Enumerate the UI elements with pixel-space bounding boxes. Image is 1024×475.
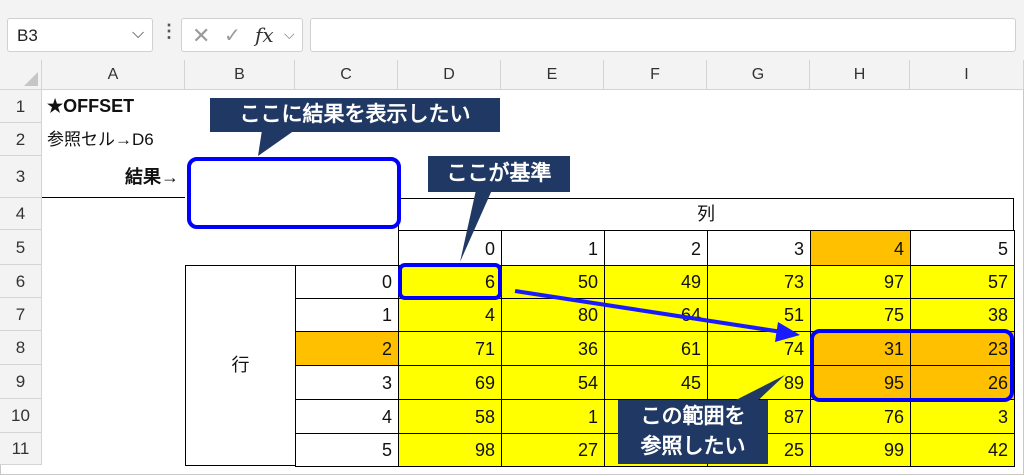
data-cell[interactable]: 97 [810, 265, 911, 299]
data-cell[interactable]: 71 [398, 331, 502, 366]
select-all-triangle-icon [24, 72, 38, 86]
row-label-cell[interactable]: 行 [185, 265, 296, 466]
data-cell[interactable]: 36 [501, 331, 605, 366]
row-header-6[interactable]: 6 [0, 265, 42, 298]
data-cell[interactable]: 38 [910, 298, 1015, 332]
row-index-cell[interactable]: 3 [295, 365, 399, 400]
data-cell[interactable]: 51 [707, 298, 811, 332]
data-cell[interactable]: 80 [501, 298, 605, 332]
row-index-cell[interactable]: 2 [295, 331, 399, 366]
data-cell[interactable]: 98 [398, 433, 502, 467]
column-index-cell[interactable]: 3 [707, 230, 811, 266]
formula-bar: B3 ⌵ ⋮ ✕ ✓ fx ⌵ [0, 0, 1024, 60]
insert-function-icon[interactable]: fx [255, 23, 274, 47]
data-cell[interactable]: 74 [707, 331, 811, 366]
formula-input[interactable] [310, 18, 1016, 52]
range-callout-line-1: この範囲を [640, 405, 746, 428]
data-cell[interactable]: 95 [810, 365, 911, 400]
column-header-b[interactable]: B [185, 60, 295, 90]
data-cell[interactable]: 4 [398, 298, 502, 332]
name-box[interactable]: B3 ⌵ [7, 18, 153, 52]
cell-b3[interactable] [185, 156, 398, 198]
formula-buttons: ✕ ✓ fx ⌵ [181, 18, 303, 52]
row-index-cell[interactable]: 5 [295, 433, 399, 467]
enter-icon[interactable]: ✓ [224, 23, 241, 48]
column-label-cell[interactable]: 列 [398, 198, 1014, 231]
data-cell[interactable]: 1 [501, 399, 605, 434]
row-header-1[interactable]: 1 [0, 90, 42, 123]
data-cell[interactable]: 76 [810, 399, 911, 434]
column-header-c[interactable]: C [295, 60, 398, 90]
data-cell[interactable]: 50 [501, 265, 605, 299]
data-cell[interactable]: 31 [810, 331, 911, 366]
select-all-button[interactable] [0, 60, 42, 90]
range-callout-line-2: 参照したい [640, 435, 746, 458]
data-cell[interactable]: 45 [604, 365, 708, 400]
cell-a1[interactable]: ★OFFSET [42, 90, 185, 123]
row-index-cell[interactable]: 1 [295, 298, 399, 332]
data-cell[interactable]: 99 [810, 433, 911, 467]
column-index-cell[interactable]: 5 [910, 230, 1015, 266]
column-header-d[interactable]: D [398, 60, 501, 90]
name-box-value: B3 [17, 26, 38, 45]
chevron-down-icon[interactable]: ⌵ [284, 26, 295, 43]
row-header-3[interactable]: 3 [0, 156, 42, 198]
column-header-a[interactable]: A [42, 60, 185, 90]
data-cell[interactable]: 42 [910, 433, 1015, 467]
column-header-h[interactable]: H [810, 60, 910, 90]
column-index-cell[interactable]: 4 [810, 230, 911, 266]
data-cell[interactable]: 54 [501, 365, 605, 400]
chevron-down-icon[interactable]: ⌵ [132, 25, 144, 43]
row-header-10[interactable]: 10 [0, 399, 42, 433]
row-header-2[interactable]: 2 [0, 123, 42, 156]
data-cell[interactable]: 58 [398, 399, 502, 434]
column-index-cell[interactable]: 2 [604, 230, 708, 266]
data-cell[interactable]: 75 [810, 298, 911, 332]
data-cell[interactable]: 6 [398, 265, 502, 299]
data-cell[interactable]: 69 [398, 365, 502, 400]
row-header-11[interactable]: 11 [0, 433, 42, 465]
data-cell[interactable]: 89 [707, 365, 811, 400]
row-index-cell[interactable]: 4 [295, 399, 399, 434]
row-header-4[interactable]: 4 [0, 198, 42, 230]
cell-a2[interactable]: 参照セル→D6 [42, 123, 185, 156]
row-header-5[interactable]: 5 [0, 230, 42, 265]
data-cell[interactable]: 61 [604, 331, 708, 366]
data-cell[interactable]: 64 [604, 298, 708, 332]
row-header-9[interactable]: 9 [0, 365, 42, 399]
column-index-cell[interactable]: 1 [501, 230, 605, 266]
column-header-f[interactable]: F [604, 60, 707, 90]
more-options-icon[interactable]: ⋮ [160, 21, 178, 42]
data-cell[interactable]: 3 [910, 399, 1015, 434]
column-index-cell[interactable]: 0 [398, 230, 502, 266]
column-header-g[interactable]: G [707, 60, 810, 90]
column-header-i[interactable]: I [910, 60, 1024, 90]
row-header-8[interactable]: 8 [0, 331, 42, 365]
row-index-cell[interactable]: 0 [295, 265, 399, 299]
result-callout: ここに結果を表示したい [210, 98, 500, 132]
cell-a3[interactable]: 結果→ [42, 156, 185, 198]
data-cell[interactable]: 23 [910, 331, 1015, 366]
data-cell[interactable]: 73 [707, 265, 811, 299]
data-cell[interactable]: 26 [910, 365, 1015, 400]
data-cell[interactable]: 57 [910, 265, 1015, 299]
column-header-e[interactable]: E [501, 60, 604, 90]
range-callout: この範囲を 参照したい [618, 400, 768, 464]
base-callout: ここが基準 [428, 156, 570, 192]
row-header-7[interactable]: 7 [0, 298, 42, 331]
data-cell[interactable]: 27 [501, 433, 605, 467]
data-cell[interactable]: 49 [604, 265, 708, 299]
cancel-icon[interactable]: ✕ [192, 23, 210, 49]
